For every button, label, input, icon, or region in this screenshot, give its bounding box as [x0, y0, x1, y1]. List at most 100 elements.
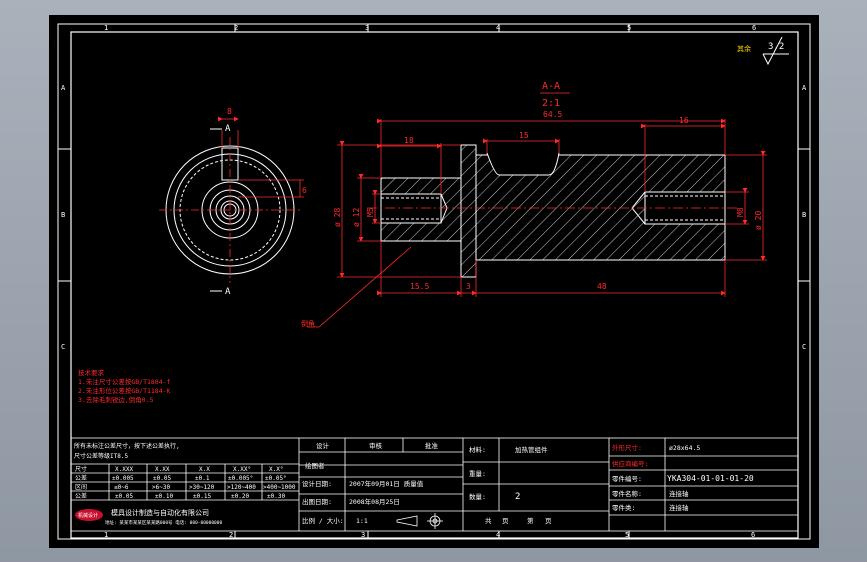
dim-thread-right: M8: [736, 207, 745, 217]
tolerance-r3-2: ±0.10: [155, 493, 173, 500]
qty-value: 2: [515, 492, 520, 502]
dim-diameter-right: ø 20: [754, 211, 763, 230]
tolerance-r3-4: ±0.20: [231, 493, 249, 500]
design-date-value: 2007年09月01日 质量值: [349, 479, 424, 488]
dim-diameter-large: ø 28: [333, 208, 342, 227]
print-date-value: 2008年08月25日: [349, 497, 400, 506]
zone-right-b: B: [802, 211, 806, 219]
projection-symbol: [396, 513, 443, 529]
part-kind-value: 连接轴: [669, 503, 689, 512]
scale-value: 1:1: [356, 517, 368, 525]
drawing-no-label: 零件编号:: [612, 474, 642, 483]
keyway-depth-label: 6: [302, 186, 307, 195]
company-name: 模具设计制造与自动化有限公司: [111, 508, 209, 517]
tolerance-r1-5: ±0.05°: [265, 475, 287, 482]
section-scale: 2:1: [542, 98, 560, 109]
tech-req-line-1: 1.未注尺寸公差按GB/T1804-f: [78, 377, 171, 386]
cut-marker-top: A: [225, 124, 231, 134]
tolerance-col-2: X.XX: [155, 466, 170, 473]
dim-overall-length: 64.5: [543, 110, 562, 119]
sign-header-design: 设计: [316, 441, 330, 450]
tolerance-col-0: 尺寸: [75, 465, 87, 473]
zone-top-6: 6: [752, 24, 756, 32]
page-label-pages-2: 页: [545, 517, 552, 525]
dim-seg-left: 15.5: [410, 282, 429, 291]
roughness-note: 其余: [737, 44, 751, 53]
tolerance-r1-4: ±0.005°: [228, 475, 253, 482]
company-logo: 机械设计: [75, 509, 103, 521]
tech-req-line-2: 2.未注形位公差按GB/T1184-K: [78, 386, 171, 395]
tolerance-r3-3: ±0.15: [193, 493, 211, 500]
zone-bottom-5: 5: [625, 531, 629, 539]
zone-top-1: 1: [104, 24, 108, 32]
zone-top-3: 3: [365, 24, 369, 32]
page-label-no: 第: [527, 516, 534, 525]
roughness-symbol: 其余 3.2: [737, 36, 789, 66]
end-view: [159, 137, 302, 283]
zone-top-4: 4: [496, 24, 500, 32]
dim-thread-left: M5: [366, 207, 375, 217]
zone-bottom-6: 6: [751, 531, 755, 539]
zone-right-a: A: [802, 84, 807, 92]
tolerance-r2-1: ≤0~6: [114, 484, 129, 491]
tolerance-r2-4: >120~400: [227, 484, 256, 491]
supply-label: 供应商编号:: [612, 459, 648, 468]
tolerance-r1-1: ±0.005: [112, 475, 134, 482]
label-design-date: 设计日期:: [302, 479, 332, 488]
tolerance-header-2: 尺寸公差等级IT8.5: [74, 452, 128, 460]
zone-right-c: C: [802, 343, 806, 351]
page-label-total: 共: [485, 516, 492, 525]
cut-marker-bottom: A: [225, 287, 231, 297]
company-logo-text: 机械设计: [78, 512, 98, 519]
tech-req-line-3: 3.去除毛刺锐边,倒角0.5: [78, 395, 154, 404]
company-address: 地址: 某某市某某区某某路000号 电话: 000-00000000: [105, 519, 222, 526]
tolerance-col-5: X.X°: [269, 466, 283, 473]
zone-top-2: 2: [234, 24, 238, 32]
label-scale-size: 比例 / 大小:: [302, 516, 344, 525]
zone-bottom-1: 1: [104, 531, 108, 539]
material-value: 加热管组件: [515, 445, 548, 454]
keyway-width-label: 8: [227, 107, 232, 116]
tolerance-header-1: 所有未标注公差尺寸，按下述公差执行,: [74, 442, 180, 450]
part-size-label: 外形尺寸:: [612, 443, 642, 452]
tolerance-col-3: X.X: [199, 466, 210, 473]
tolerance-r1-3: ±0.1: [195, 475, 210, 482]
cad-drawing: 1 2 3 4 5 6 1 2 3 4 5 6 A B C A B C 其余 3…: [57, 23, 811, 540]
leader-note: 倒角: [301, 319, 315, 328]
zone-left-b: B: [61, 211, 65, 219]
dim-right-bore-depth: 16: [679, 116, 689, 125]
drawing-sheet: 1 2 3 4 5 6 1 2 3 4 5 6 A B C A B C 其余 3…: [49, 15, 819, 548]
label-drawer: 绘图者: [305, 461, 325, 470]
zone-bottom-3: 3: [361, 531, 365, 539]
section-label: A-A: [542, 81, 560, 92]
tolerance-r2-3: >30~120: [189, 484, 215, 491]
section-view: [367, 144, 739, 278]
drawing-border: [57, 23, 811, 540]
tolerance-r3-0: 公差: [75, 492, 87, 500]
tolerance-r3-5: ±0.30: [267, 493, 285, 500]
tolerance-r1-0: 公差: [75, 474, 87, 482]
qty-label: 数量:: [469, 492, 486, 501]
part-name-value: 连接轴: [669, 489, 689, 498]
dim-seg-right: 48: [597, 282, 607, 291]
tolerance-r2-0: 区间: [75, 483, 87, 491]
dim-left-bore-depth: 18: [404, 136, 414, 145]
tolerance-col-4: X.XX°: [233, 466, 251, 473]
part-name-label: 零件名称:: [612, 489, 642, 498]
dim-diameter-bore-left: ø 12: [352, 208, 361, 227]
material-label: 材料:: [469, 445, 486, 454]
zone-bottom-2: 2: [229, 531, 233, 539]
tolerance-r1-2: ±0.05: [153, 475, 171, 482]
weight-label: 重量:: [469, 470, 486, 478]
label-print-date: 出图日期:: [302, 497, 332, 506]
zone-left-c: C: [61, 343, 65, 351]
tech-requirements: 技术要求 1.未注尺寸公差按GB/T1804-f 2.未注形位公差按GB/T11…: [78, 368, 171, 404]
sign-header-approve: 批准: [425, 441, 439, 450]
dim-seg-flange: 3: [466, 282, 471, 291]
tolerance-r2-5: >400~1000: [263, 484, 296, 491]
zone-top-5: 5: [627, 24, 631, 32]
sign-header-review: 审核: [369, 441, 383, 450]
drawing-no-value: YKA304-01-01-01-20: [667, 474, 754, 483]
tolerance-r3-1: ±0.05: [115, 493, 133, 500]
zone-left-a: A: [61, 84, 66, 92]
